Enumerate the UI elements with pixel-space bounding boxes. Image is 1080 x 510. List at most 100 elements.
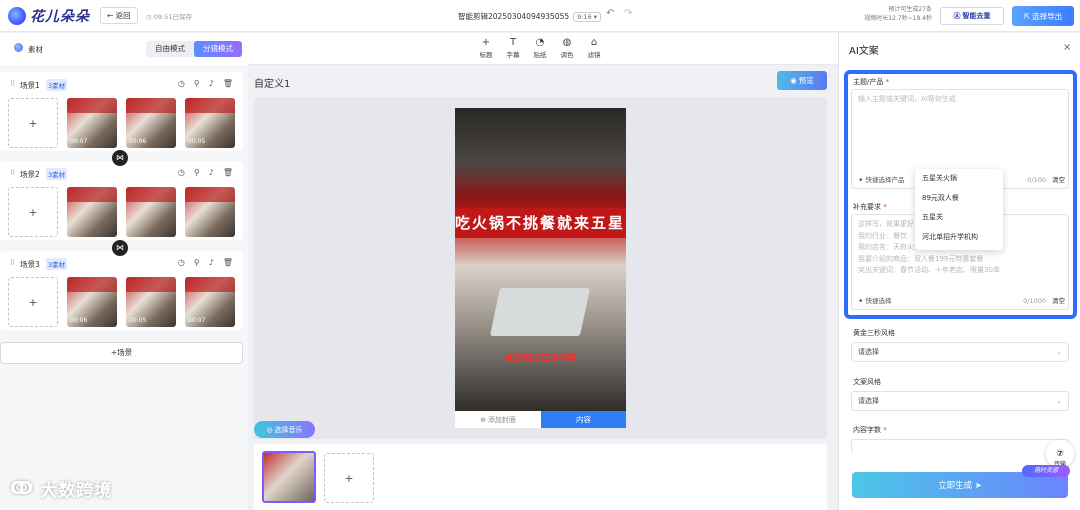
music-label: 选择音乐: [274, 425, 303, 434]
placeholder-line: 我要介绍的商品：双人餐199元特惠套餐: [858, 254, 984, 263]
scene-name: 场景1: [20, 81, 40, 90]
quick-select-product[interactable]: ✦ 快捷选择产品: [858, 174, 905, 184]
dropdown-option[interactable]: 河北单招升学机构: [915, 228, 1003, 248]
tool-sticker[interactable]: ◔ 贴纸: [528, 37, 552, 59]
tray-add-button[interactable]: +: [324, 453, 374, 503]
add-material-slot[interactable]: +: [8, 277, 58, 327]
generation-estimate: 预计可生成27条 视频时长12.7秒~18.4秒: [858, 5, 932, 23]
supplement-label-text: 补充要求: [853, 203, 881, 211]
material-thumbnail[interactable]: 00:05: [185, 98, 235, 148]
supplement-clear-button[interactable]: 清空: [1052, 295, 1065, 305]
mode-free[interactable]: 自由模式: [146, 41, 194, 57]
preview-button[interactable]: ◉ 预览: [777, 71, 827, 90]
topic-clear-button[interactable]: 清空: [1052, 174, 1065, 184]
aspect-ratio-select[interactable]: 9:16 ▾: [573, 11, 602, 22]
voiceover-caption[interactable]: 点击添加口播内容: [455, 351, 626, 364]
search-icon[interactable]: ⚲: [194, 79, 200, 88]
logo-mark-icon: [8, 7, 26, 25]
dedupe-button[interactable]: Ⓐ 智能去重: [940, 7, 1004, 25]
material-thumbnail[interactable]: 00:06: [126, 98, 176, 148]
tool-color[interactable]: ◍ 调色: [555, 37, 579, 59]
timer-icon[interactable]: ◷: [178, 168, 185, 177]
tool-title[interactable]: + 标题: [474, 37, 498, 59]
golden-style-label: 黄金三秒风格: [853, 329, 895, 337]
export-button[interactable]: ⇱ 选择导出: [1012, 6, 1074, 26]
drag-handle-icon[interactable]: ⠿: [10, 80, 15, 88]
clip-duration: 00:06: [70, 317, 88, 324]
select-music-button[interactable]: ◎ 选择音乐: [254, 421, 315, 438]
add-material-slot[interactable]: +: [8, 98, 58, 148]
tool-filter[interactable]: ⌂ 滤镜: [582, 37, 606, 59]
eye-icon: ◉: [790, 76, 797, 85]
word-count-select[interactable]: [851, 439, 1069, 453]
delete-icon[interactable]: 🗑: [223, 168, 233, 177]
content-tab[interactable]: 内容: [541, 411, 626, 428]
canvas-title: 自定义1: [254, 79, 291, 90]
material-thumbnail[interactable]: [67, 187, 117, 237]
dropdown-option[interactable]: 五星关火锅: [915, 169, 1003, 189]
drag-handle-icon[interactable]: ⠿: [10, 169, 15, 177]
project-title[interactable]: 智能剪辑20250304094935055: [458, 11, 569, 22]
drag-handle-icon[interactable]: ⠿: [10, 259, 15, 267]
add-material-slot[interactable]: +: [8, 187, 58, 237]
undo-icon[interactable]: ↶: [606, 8, 614, 19]
material-thumbnail[interactable]: [126, 187, 176, 237]
clip-duration: 00:05: [188, 138, 206, 145]
tool-label: 贴纸: [533, 51, 547, 59]
dedupe-label: 智能去重: [962, 12, 991, 20]
mode-storyboard[interactable]: 分镜模式: [194, 41, 242, 57]
music-icon: ◎: [266, 425, 273, 434]
scene-panel: 素材 自由模式 分镜模式 ⠿ 场景1 3素材 ◷ ⚲ ♪ 🗑 + 00:07 0…: [0, 33, 248, 510]
tray-thumbnail[interactable]: [262, 451, 316, 503]
mute-icon[interactable]: ♪: [209, 168, 214, 177]
timer-icon[interactable]: ◷: [178, 258, 185, 267]
cover-bar: ⊕ 添加封面 内容: [455, 411, 626, 428]
quick-select[interactable]: ✦ 快捷选择: [858, 295, 892, 305]
supplement-char-count: 0/1000: [1023, 297, 1046, 305]
material-thumbnail[interactable]: [185, 187, 235, 237]
edit-toolbar: + 标题 T 字幕 ◔ 贴纸 ◍ 调色 ⌂ 滤镜: [248, 33, 838, 65]
close-icon[interactable]: ×: [1063, 42, 1071, 53]
add-cover-button[interactable]: ⊕ 添加封面: [455, 411, 541, 428]
search-icon[interactable]: ⚲: [194, 168, 200, 177]
scene-card: ⠿ 场景2 3素材 ◷ ⚲ ♪ 🗑 +: [0, 161, 243, 240]
topic-label-text: 主题/产品: [853, 78, 884, 86]
golden-style-select[interactable]: 请选择 ⌄: [851, 342, 1069, 362]
search-icon[interactable]: ⚲: [194, 258, 200, 267]
saved-status-text: 09:51已保存: [153, 13, 192, 21]
scene-name: 场景2: [20, 170, 40, 179]
material-thumbnail[interactable]: 00:07: [67, 98, 117, 148]
redo-icon[interactable]: ↷: [624, 8, 632, 19]
chevron-down-icon: ⌄: [1056, 397, 1062, 405]
timer-icon[interactable]: ◷: [178, 79, 185, 88]
video-table-shape: [489, 288, 591, 336]
clip-duration: 00:05: [129, 317, 147, 324]
scene-card: ⠿ 场景1 3素材 ◷ ⚲ ♪ 🗑 + 00:07 00:06 00:05: [0, 72, 243, 151]
scene-card: ⠿ 场景3 3素材 ◷ ⚲ ♪ 🗑 + 00:06 00:05 00:07: [0, 251, 243, 330]
add-scene-button[interactable]: +场景: [0, 342, 243, 364]
video-preview[interactable]: 吃火锅不挑餐就来五星 点击添加口播内容: [455, 108, 626, 411]
top-bar: 花儿朵朵 ← 返回 ◷ 09:51已保存 智能剪辑202503040949350…: [0, 0, 1080, 32]
dropdown-option[interactable]: 89元双人餐: [915, 189, 1003, 209]
delete-icon[interactable]: 🗑: [223, 258, 233, 267]
material-thumbnail[interactable]: 00:06: [67, 277, 117, 327]
transition-link-icon[interactable]: ⋈: [112, 150, 128, 166]
topic-label: 主题/产品 *: [853, 78, 890, 86]
topic-char-count: 0/100: [1027, 176, 1046, 184]
mute-icon[interactable]: ♪: [209, 258, 214, 267]
back-button[interactable]: ← 返回: [100, 7, 138, 24]
tool-subtitle[interactable]: T 字幕: [501, 37, 525, 59]
dedupe-icon: Ⓐ: [953, 12, 961, 20]
transition-link-icon[interactable]: ⋈: [112, 240, 128, 256]
dropdown-option[interactable]: 五星关: [915, 208, 1003, 228]
saved-status: ◷ 09:51已保存: [146, 13, 192, 21]
app-logo: 花儿朵朵: [8, 6, 90, 26]
material-thumbnail[interactable]: 00:05: [126, 277, 176, 327]
text-icon: T: [509, 37, 517, 48]
inspiration-badge[interactable]: 用时灵感: [1022, 465, 1070, 477]
copy-style-select[interactable]: 请选择 ⌄: [851, 391, 1069, 411]
material-thumbnail[interactable]: 00:07: [185, 277, 235, 327]
mute-icon[interactable]: ♪: [209, 79, 214, 88]
delete-icon[interactable]: 🗑: [223, 79, 233, 88]
sticker-icon: ◔: [535, 37, 545, 48]
